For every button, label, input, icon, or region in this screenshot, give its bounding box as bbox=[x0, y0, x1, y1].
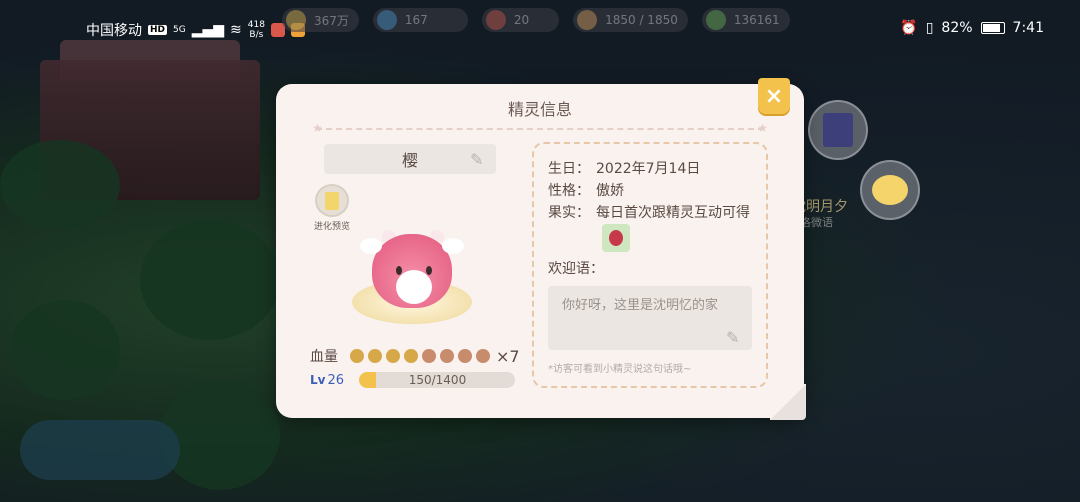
welcome-label: 欢迎语： bbox=[548, 261, 604, 277]
hp-row: 血量 ×7 bbox=[310, 346, 520, 366]
star-icon bbox=[376, 10, 397, 30]
hp-unit-icon bbox=[368, 349, 382, 363]
evolve-preview-label: 进化预览 bbox=[313, 222, 350, 232]
pet-eye bbox=[426, 266, 432, 275]
visitor-hint: *访客可看到小精灵说这句话哦~ bbox=[548, 364, 692, 375]
personality-value: 傲娇 bbox=[596, 183, 624, 199]
personality-label: 性格： bbox=[548, 183, 590, 199]
resource-stars[interactable]: 167 bbox=[372, 8, 468, 32]
wifi-icon: ≋ bbox=[230, 22, 242, 38]
net-speed-value: 418 bbox=[247, 20, 265, 30]
network-type: 5G bbox=[173, 25, 186, 35]
pencil-icon[interactable]: ✎ bbox=[726, 328, 744, 347]
neighbor-avatar-button[interactable] bbox=[860, 160, 920, 220]
title-divider bbox=[316, 128, 764, 130]
signal-icon: ▂▄▆ bbox=[191, 22, 225, 38]
alarm-icon: ⏰ bbox=[900, 20, 918, 36]
battery-icon bbox=[980, 22, 1005, 34]
hp-unit-icon bbox=[422, 349, 436, 363]
hp-unit-icon bbox=[404, 349, 418, 363]
resource-pets[interactable]: 1850 / 1850 bbox=[573, 8, 688, 32]
net-speed: 418 B/s bbox=[248, 20, 265, 40]
fruit-row: 果实： 每日首次跟精灵互动可得 bbox=[548, 202, 752, 252]
coin-icon bbox=[286, 10, 306, 30]
pet-name: 樱 bbox=[401, 151, 418, 170]
book-icon bbox=[823, 113, 853, 147]
evolve-preview-button[interactable]: 进化预览 bbox=[310, 184, 354, 232]
clock: 7:41 bbox=[1012, 20, 1044, 36]
exp-text: 150/1400 bbox=[408, 373, 467, 387]
dialog-title: 精灵信息 bbox=[507, 100, 572, 119]
hp-unit-icon bbox=[386, 349, 400, 363]
pet-wing bbox=[442, 238, 464, 254]
hp-units bbox=[350, 349, 490, 363]
clover-icon bbox=[705, 10, 726, 30]
level-badge: Lv bbox=[310, 373, 326, 387]
close-icon: × bbox=[764, 83, 784, 109]
birthday-row: 生日： 2022年7月14日 bbox=[548, 158, 752, 180]
pet-eye bbox=[396, 266, 402, 275]
level-row: Lv 26 150/1400 bbox=[310, 372, 516, 388]
fruit-value-wrap: 每日首次跟精灵互动可得 bbox=[596, 202, 752, 252]
mushroom-icon bbox=[485, 10, 506, 30]
book-button[interactable] bbox=[808, 100, 868, 160]
pet-info-dialog: 精灵信息 ★ ★ × 樱 ✎ 进化预览 血量 ×7 Lv 26 150/1400… bbox=[276, 78, 806, 420]
fruit-label: 果实： bbox=[548, 205, 590, 221]
resource-bar: 367万 167 20 1850 / 1850 136161 bbox=[282, 8, 790, 32]
berry-icon bbox=[609, 230, 623, 246]
evolve-book-icon bbox=[315, 184, 349, 217]
birthday-value: 2022年7月14日 bbox=[596, 161, 701, 177]
pet-avatar-icon bbox=[872, 175, 908, 205]
resource-mushrooms[interactable]: 20 bbox=[481, 8, 560, 32]
welcome-text: 你好呀，这里是沈明忆的家 bbox=[562, 298, 719, 313]
fruit-value: 每日首次跟精灵互动可得 bbox=[596, 205, 750, 221]
birthday-label: 生日： bbox=[548, 161, 590, 177]
hp-unit-icon bbox=[458, 349, 472, 363]
page-fold-decoration bbox=[770, 384, 806, 420]
hp-label: 血量 bbox=[310, 349, 338, 365]
pet-wing bbox=[360, 238, 382, 254]
battery-percent: 82% bbox=[941, 20, 973, 36]
carrier-label: 中国移动 bbox=[86, 23, 142, 39]
hp-unit-icon bbox=[440, 349, 454, 363]
exp-bar: 150/1400 bbox=[359, 372, 516, 388]
info-panel: 生日： 2022年7月14日 性格： 傲娇 果实： 每日首次跟精灵互动可得 欢迎… bbox=[532, 142, 768, 388]
fruit-icon[interactable] bbox=[602, 224, 630, 252]
level-number: 26 bbox=[327, 372, 345, 388]
resource-clovers[interactable]: 136161 bbox=[701, 8, 790, 32]
welcome-message-field[interactable]: 你好呀，这里是沈明忆的家 ✎ bbox=[548, 286, 752, 350]
hp-unit-icon bbox=[350, 349, 364, 363]
pet-belly bbox=[396, 270, 432, 304]
resource-value: 1850 / 1850 bbox=[605, 13, 678, 27]
resource-value: 367万 bbox=[314, 13, 349, 28]
resource-value: 136161 bbox=[733, 13, 780, 27]
personality-row: 性格： 傲娇 bbox=[548, 180, 752, 202]
neighbor-subtitle: 洛微语 bbox=[800, 216, 833, 229]
pencil-icon[interactable]: ✎ bbox=[470, 150, 488, 169]
close-button[interactable]: × bbox=[758, 78, 790, 114]
net-speed-unit: B/s bbox=[249, 30, 264, 40]
hp-unit-icon bbox=[476, 349, 490, 363]
vibrate-icon: ▯ bbox=[925, 20, 934, 36]
resource-value: 20 bbox=[513, 13, 530, 27]
pet-face-icon bbox=[577, 10, 598, 30]
resource-coins[interactable]: 367万 bbox=[282, 8, 359, 32]
hp-multiplier: ×7 bbox=[496, 346, 520, 366]
resource-value: 167 bbox=[404, 13, 428, 27]
hd-badge: HD bbox=[148, 25, 168, 35]
pet-name-field[interactable]: 樱 ✎ bbox=[324, 144, 496, 174]
